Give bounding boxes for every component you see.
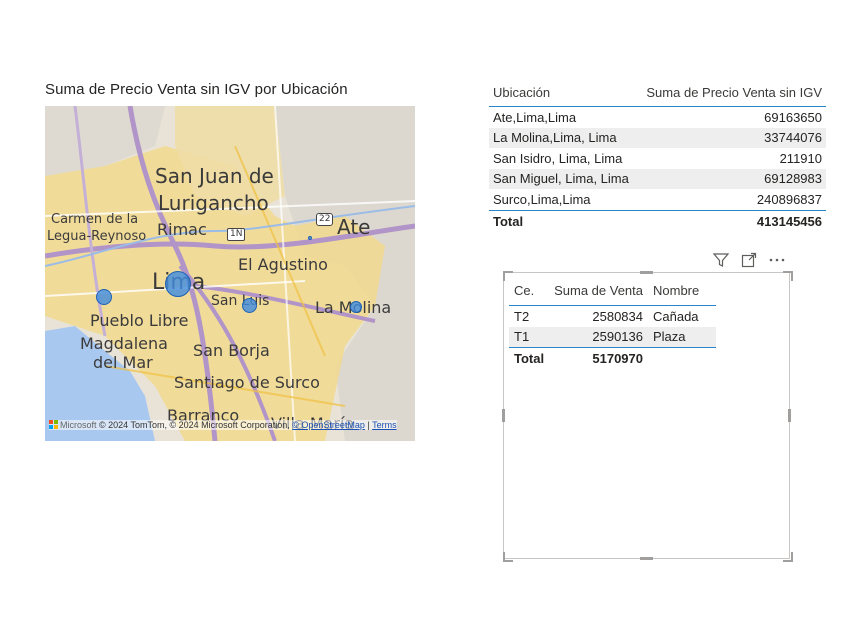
map-label: Santiago de Surco xyxy=(174,373,320,392)
map-label: Legua-Reynoso xyxy=(47,229,147,244)
resize-handle[interactable] xyxy=(640,271,653,274)
ubicacion-table[interactable]: Ubicación Suma de Precio Venta sin IGV A… xyxy=(489,78,826,232)
resize-handle[interactable] xyxy=(788,409,791,422)
openstreetmap-link[interactable]: © OpenStreetMap xyxy=(292,420,365,430)
column-header-ce[interactable]: Ce. xyxy=(509,283,549,298)
microsoft-logo-icon xyxy=(49,420,58,429)
attribution-text: © 2024 TomTom, © 2024 Microsoft Corporat… xyxy=(99,420,290,430)
map-visual-title: Suma de Precio Venta sin IGV por Ubicaci… xyxy=(45,81,348,98)
resize-handle[interactable] xyxy=(783,271,793,281)
table-row[interactable]: Surco,Lima,Lima 240896837 xyxy=(489,189,826,210)
map-label: Carmen de la xyxy=(51,212,139,227)
resize-handle[interactable] xyxy=(503,552,513,562)
table-row[interactable]: T2 2580834 Cañada xyxy=(509,306,716,327)
table-row[interactable]: T1 2590136 Plaza xyxy=(509,326,716,347)
more-options-icon[interactable] xyxy=(768,251,786,269)
total-value: 413145456 xyxy=(756,213,822,229)
total-label: Total xyxy=(514,351,545,366)
table-row[interactable]: La Molina,Lima, Lima 33744076 xyxy=(489,127,826,148)
focus-mode-icon[interactable] xyxy=(740,251,758,269)
table-row[interactable]: San Miguel, Lima, Lima 69128983 xyxy=(489,168,826,189)
table-header: Ce. Suma de Venta Nombre xyxy=(509,276,716,306)
cell-ubicacion: Ate,Lima,Lima xyxy=(493,109,577,125)
map-label: San Luis xyxy=(211,293,270,309)
table-row[interactable]: Ate,Lima,Lima 69163650 xyxy=(489,107,826,128)
filter-icon[interactable] xyxy=(712,251,730,269)
table-total-row: Total 5170970 xyxy=(509,347,716,369)
map-label: El Agustino xyxy=(238,255,328,274)
column-header-nombre[interactable]: Nombre xyxy=(649,283,716,298)
resize-handle[interactable] xyxy=(783,552,793,562)
map-label: Pueblo Libre xyxy=(90,311,189,330)
microsoft-logo-text: Microsoft xyxy=(60,420,97,430)
cell-nombre: Cañada xyxy=(653,308,699,324)
map-bubble[interactable] xyxy=(242,298,257,313)
total-label: Total xyxy=(493,213,524,229)
map-bubble[interactable] xyxy=(308,236,312,240)
cell-ce: T1 xyxy=(514,329,530,345)
map-bubble[interactable] xyxy=(96,289,112,305)
visual-header-toolbar xyxy=(712,251,786,269)
cell-value: 69128983 xyxy=(764,171,822,187)
column-header-suma-precio[interactable]: Suma de Precio Venta sin IGV xyxy=(646,85,822,100)
map-label: del Mar xyxy=(93,353,153,372)
map-label: Rimac xyxy=(157,220,207,239)
table-row[interactable]: San Isidro, Lima, Lima 211910 xyxy=(489,148,826,169)
cell-value: 33744076 xyxy=(764,130,822,146)
cell-ubicacion: San Miguel, Lima, Lima xyxy=(493,171,629,187)
map-attribution: Microsoft © 2024 TomTom, © 2024 Microsof… xyxy=(49,420,397,430)
road-shield-22: 22 xyxy=(316,213,334,226)
cell-ubicacion: La Molina,Lima, Lima xyxy=(493,130,617,146)
column-header-suma-venta[interactable]: Suma de Venta xyxy=(549,283,649,298)
venta-table[interactable]: Ce. Suma de Venta Nombre T2 2580834 Caña… xyxy=(509,276,716,369)
resize-handle[interactable] xyxy=(640,557,653,560)
map-label: San Juan de xyxy=(155,164,274,188)
resize-handle[interactable] xyxy=(502,409,505,422)
column-header-ubicacion[interactable]: Ubicación xyxy=(493,85,550,100)
map-bubble[interactable] xyxy=(165,271,191,297)
cell-ce: T2 xyxy=(514,308,530,324)
table-total-row: Total 413145456 xyxy=(489,209,826,232)
map-visual[interactable]: 1N 22 San Juan de Lurigancho Carmen de l… xyxy=(45,106,415,441)
map-label: Lurigancho xyxy=(158,191,269,215)
cell-venta: 2580834 xyxy=(592,308,643,324)
road-shield-1n: 1N xyxy=(227,228,246,241)
cell-venta: 2590136 xyxy=(592,329,643,345)
map-label: Magdalena xyxy=(80,334,168,353)
total-value: 5170970 xyxy=(592,351,643,366)
terms-link[interactable]: Terms xyxy=(372,420,397,430)
map-label: San Borja xyxy=(193,341,270,360)
cell-nombre: Plaza xyxy=(653,329,686,345)
cell-ubicacion: San Isidro, Lima, Lima xyxy=(493,150,623,166)
table-header: Ubicación Suma de Precio Venta sin IGV xyxy=(489,78,826,107)
cell-value: 69163650 xyxy=(764,109,822,125)
cell-value: 211910 xyxy=(779,150,822,166)
map-bubble[interactable] xyxy=(350,301,362,313)
cell-ubicacion: Surco,Lima,Lima xyxy=(493,191,591,207)
cell-value: 240896837 xyxy=(756,191,822,207)
map-label: Ate xyxy=(337,215,371,239)
